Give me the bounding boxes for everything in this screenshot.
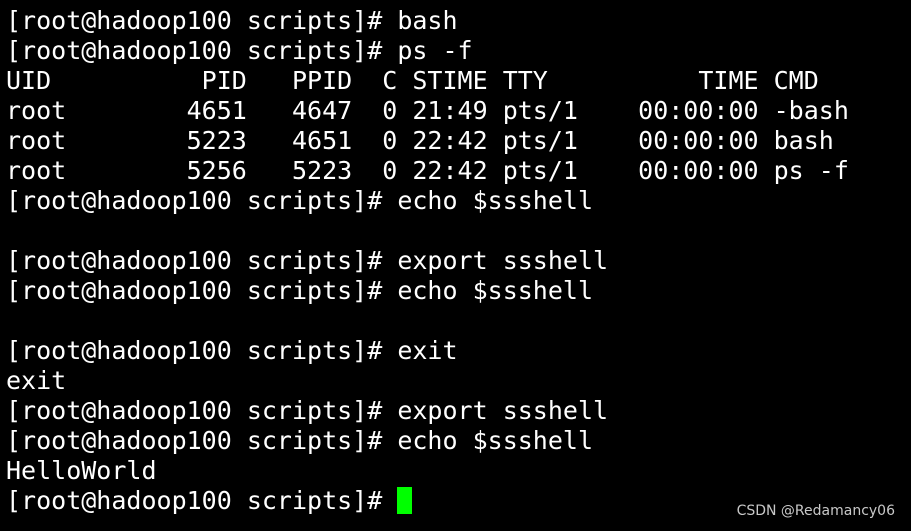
terminal-line: [root@hadoop100 scripts]# echo $ssshell bbox=[6, 426, 593, 455]
terminal-line: [root@hadoop100 scripts]# exit bbox=[6, 336, 458, 365]
terminal-window[interactable]: [root@hadoop100 scripts]# bash [root@had… bbox=[0, 0, 911, 531]
prompt-text: [root@hadoop100 scripts]# bbox=[6, 486, 398, 515]
terminal-line: [root@hadoop100 scripts]# export ssshell bbox=[6, 246, 609, 275]
terminal-line: [root@hadoop100 scripts]# ps -f bbox=[6, 36, 473, 65]
terminal-line: [root@hadoop100 scripts]# bash bbox=[6, 6, 458, 35]
terminal-line: [root@hadoop100 scripts]# echo $ssshell bbox=[6, 276, 593, 305]
ps-row: root 5223 4651 0 22:42 pts/1 00:00:00 ba… bbox=[6, 126, 834, 155]
text-cursor bbox=[397, 487, 413, 514]
ps-row: root 4651 4647 0 21:49 pts/1 00:00:00 -b… bbox=[6, 96, 849, 125]
terminal-output: [root@hadoop100 scripts]# bash [root@had… bbox=[6, 6, 849, 516]
ps-header-line: UID PID PPID C STIME TTY TIME CMD bbox=[6, 66, 819, 95]
terminal-line: HelloWorld bbox=[6, 456, 157, 485]
ps-row: root 5256 5223 0 22:42 pts/1 00:00:00 ps… bbox=[6, 156, 849, 185]
prompt-line[interactable]: [root@hadoop100 scripts]# bbox=[6, 486, 849, 516]
terminal-line: [root@hadoop100 scripts]# echo $ssshell bbox=[6, 186, 593, 215]
watermark: CSDN @Redamancy06 bbox=[736, 503, 895, 519]
terminal-line: [root@hadoop100 scripts]# export ssshell bbox=[6, 396, 609, 425]
terminal-line: exit bbox=[6, 366, 67, 395]
